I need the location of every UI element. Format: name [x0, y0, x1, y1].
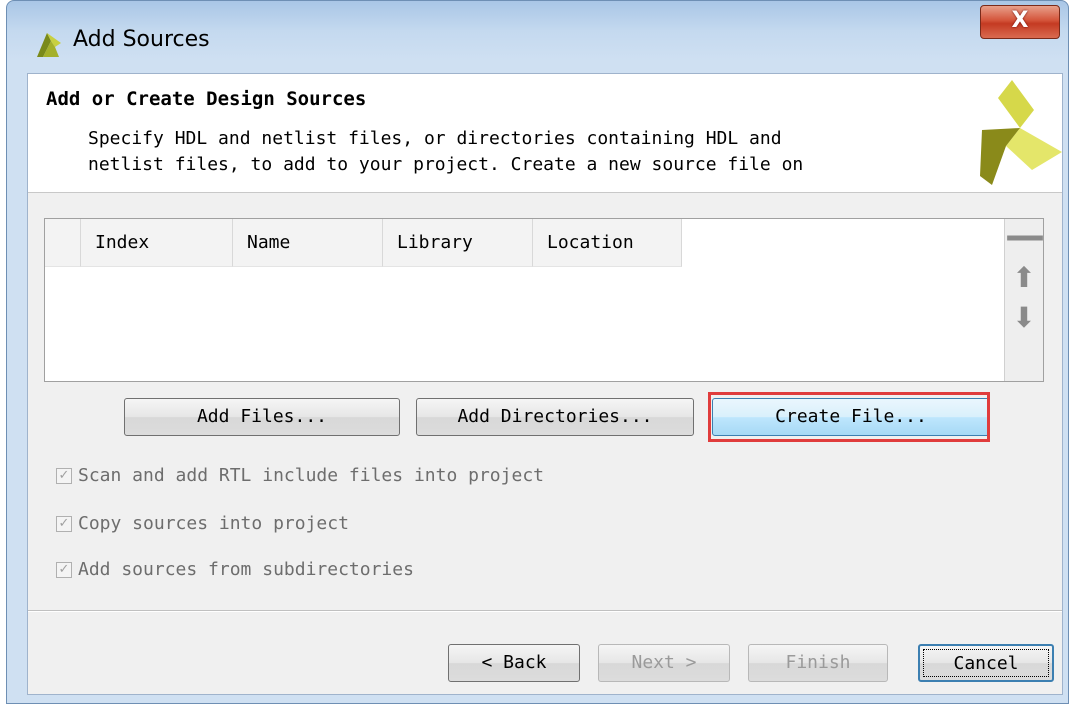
table-side-toolbar: — ⬆ ⬇ [1004, 216, 1045, 381]
add-directories-button[interactable]: Add Directories... [416, 398, 694, 436]
xilinx-logo-icon [980, 80, 1062, 185]
column-header-library[interactable]: Library [383, 219, 533, 267]
title-bar[interactable]: Add Sources X [7, 1, 1068, 81]
close-icon: X [1011, 8, 1029, 33]
vivado-app-icon [37, 33, 61, 57]
option-label: Add sources from subdirectories [78, 559, 414, 580]
annotation-highlight-box [708, 392, 990, 442]
arrow-up-icon[interactable]: ⬆ [1005, 261, 1043, 294]
column-header-name[interactable]: Name [233, 219, 383, 267]
column-header-index[interactable]: Index [81, 219, 233, 267]
checkbox-checked-icon[interactable]: ✓ [56, 468, 72, 484]
option-add-subdirectories[interactable]: ✓ Add sources from subdirectories [56, 558, 414, 582]
footer-divider [28, 610, 1062, 612]
add-sources-dialog: Add Sources X Add or Create Design Sourc… [6, 0, 1069, 704]
finish-button[interactable]: Finish [748, 644, 888, 682]
option-scan-rtl-include[interactable]: ✓ Scan and add RTL include files into pr… [56, 464, 544, 488]
checkbox-checked-icon[interactable]: ✓ [56, 516, 72, 532]
page-title: Add or Create Design Sources [46, 88, 367, 110]
option-label: Copy sources into project [78, 513, 349, 534]
close-button[interactable]: X [980, 5, 1060, 39]
dialog-body: Add or Create Design Sources Specify HDL… [27, 73, 1063, 695]
column-header-blank [45, 219, 81, 267]
window-title: Add Sources [73, 27, 210, 52]
next-button[interactable]: Next > [598, 644, 730, 682]
cancel-button[interactable]: Cancel [918, 644, 1054, 682]
table-header: Index Name Library Location [45, 219, 682, 267]
wizard-header: Add or Create Design Sources Specify HDL… [28, 74, 1062, 193]
cancel-label: Cancel [953, 653, 1019, 674]
back-button[interactable]: < Back [448, 644, 580, 682]
option-label: Scan and add RTL include files into proj… [78, 465, 544, 486]
checkbox-checked-icon[interactable]: ✓ [56, 562, 72, 578]
sources-table[interactable]: Index Name Library Location — ⬆ ⬇ [44, 216, 1045, 382]
add-files-button[interactable]: Add Files... [124, 398, 400, 436]
remove-icon[interactable]: — [1005, 216, 1045, 256]
arrow-down-icon[interactable]: ⬇ [1005, 301, 1043, 334]
option-copy-sources[interactable]: ✓ Copy sources into project [56, 512, 349, 536]
column-header-location[interactable]: Location [533, 219, 682, 267]
page-description: Specify HDL and netlist files, or direct… [88, 128, 804, 175]
